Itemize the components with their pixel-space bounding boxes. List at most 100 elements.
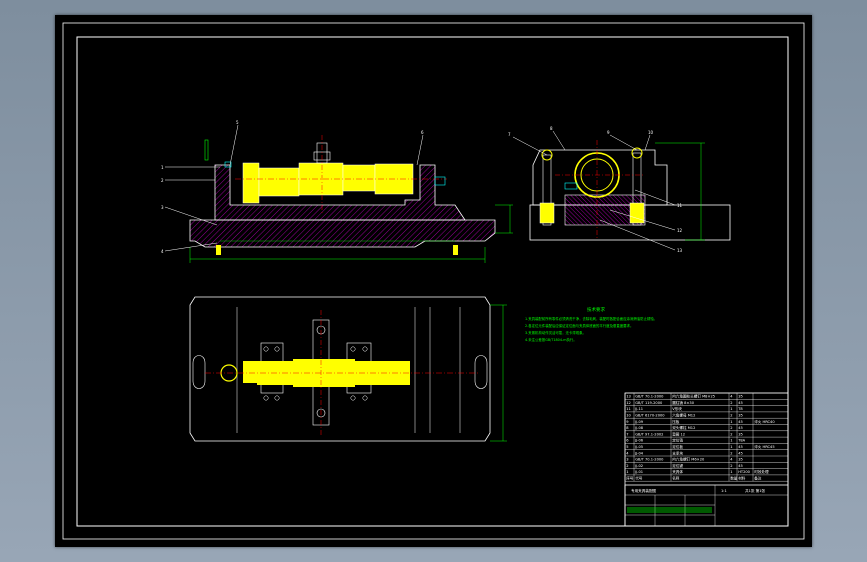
bom-cell: 35 <box>738 432 743 436</box>
tech-notes: 技术要求 1.夹具装配前所有零件必须清洗干净，去除毛刺，装配时各配合面应涂润滑油… <box>525 306 657 342</box>
part-label: 4 <box>161 249 164 254</box>
bom-cell: T8 <box>737 407 743 411</box>
bom-cell: 4 <box>626 451 629 455</box>
bom-header-cell: 材料 <box>738 476 746 481</box>
bom-cell: 六角螺母 M12 <box>672 413 695 418</box>
title-block-name: 专用夹具装配图 <box>631 488 657 493</box>
part-label: 6 <box>421 130 424 135</box>
bom-cell: GB/T 70.1-2000 <box>635 458 664 462</box>
bom-cell: GB/T 97.1-2002 <box>635 432 663 436</box>
bom-cell: JJ-05 <box>634 445 643 449</box>
bom-cell: 定位销 <box>672 438 683 443</box>
bom-cell: 2 <box>626 464 628 468</box>
title-block: 13 GB/T 70.1-2000 内六角圆柱头螺钉 M8×25 4 3512 GB/T … <box>624 392 789 527</box>
bom-cell: 35 <box>738 414 743 418</box>
bom-cell: 45 <box>738 445 743 449</box>
bom-cell: JJ-01 <box>634 470 643 474</box>
bom-cell: 内六角螺钉 M6×20 <box>672 457 705 462</box>
bom-cell: 45 <box>738 451 743 455</box>
tech-note-line: 4.未注公差按GB/T1804-m执行。 <box>525 337 577 342</box>
bom-cell: 2 <box>730 414 732 418</box>
part-label: 9 <box>607 130 610 135</box>
bom-cell: 7 <box>626 432 628 436</box>
bom-cell: 支承块 <box>672 450 683 455</box>
cad-drawing: 技术要求 1.夹具装配前所有零件必须清洗干净，去除毛刺，装配时各配合面应涂润滑油… <box>62 22 805 540</box>
bom-cell: 1 <box>730 439 732 443</box>
bom-cell: 1 <box>626 470 628 474</box>
bom-cell: 2 <box>730 401 732 405</box>
part-label: 11 <box>677 203 683 208</box>
bom-cell: 9 <box>626 420 629 424</box>
bom-cell: 夹具体 <box>672 469 683 474</box>
bom-cell: HT200 <box>738 470 750 474</box>
bom-cell: 1 <box>730 445 732 449</box>
bom-cell: JJ-11 <box>634 407 643 411</box>
bom-cell: 淬火 HRC40 <box>754 419 775 424</box>
bom-cell: 圆柱销 8×30 <box>672 400 695 405</box>
bom-cell: 4 <box>730 395 733 399</box>
bom-cell: 2 <box>730 451 732 455</box>
bom-cell: 1 <box>730 470 732 474</box>
bom-cell: 8 <box>626 426 629 430</box>
part-label: 12 <box>677 228 683 233</box>
bom-cell: 2 <box>730 464 732 468</box>
bom-cell: JJ-04 <box>634 451 644 455</box>
part-label: 1 <box>161 165 164 170</box>
bom-cell: 淬火 HRC45 <box>754 444 774 449</box>
title-block-sheet: 共1张 第1张 <box>745 488 765 493</box>
tech-notes-title: 技术要求 <box>587 306 605 313</box>
bom-header-cell: 数量 <box>730 476 738 481</box>
bom-cell: JJ-08 <box>634 426 644 430</box>
bom-cell: 5 <box>626 445 628 449</box>
bom-cell: 45 <box>738 426 743 430</box>
part-label: 8 <box>550 126 553 131</box>
bom-cell: 时效处理 <box>754 469 769 474</box>
bom-cell: 4 <box>730 458 733 462</box>
bom-header-cell: 名称 <box>672 476 680 481</box>
bom-header-cell: 代号 <box>635 476 643 481</box>
bom-cell: 垫圈 12 <box>672 431 685 436</box>
bom-cell: 13 <box>626 395 631 399</box>
bom-cell: 定位键 <box>672 463 683 468</box>
part-label: 7 <box>508 132 511 137</box>
bom-cell: 35 <box>738 395 743 399</box>
bom-cell: 双头螺柱 M12 <box>672 425 695 430</box>
bom-cell: 6 <box>626 439 629 443</box>
bom-cell: 3 <box>626 458 628 462</box>
bom-cell: 定位板 <box>672 444 683 449</box>
bom-cell: V形块 <box>672 406 682 411</box>
bom-cell: 12 <box>626 401 631 405</box>
part-label: 3 <box>161 205 164 210</box>
bom-cell: JJ-06 <box>634 439 644 443</box>
title-block-scale: 1:1 <box>721 489 727 493</box>
bom-cell: 内六角圆柱头螺钉 M8×25 <box>672 394 715 399</box>
part-label: 10 <box>648 130 654 135</box>
tech-note-line: 2.各定位元件装配后应保证定位面与夹具体底面的平行度及垂直度要求。 <box>525 323 633 328</box>
bom-cell: 1 <box>730 420 732 424</box>
bom-cell: 45 <box>738 464 743 468</box>
bom-cell: 压板 <box>672 419 680 424</box>
bom-cell: 2 <box>730 432 732 436</box>
bom-header-cell: 序号 <box>626 476 634 481</box>
tech-note-line: 1.夹具装配前所有零件必须清洗干净，去除毛刺，装配时各配合面应涂润滑油防止锈蚀。 <box>525 316 657 321</box>
bom-cell: T8A <box>737 439 745 443</box>
bom-cell: 11 <box>626 407 631 411</box>
drawing-sheet: 技术要求 1.夹具装配前所有零件必须清洗干净，去除毛刺，装配时各配合面应涂润滑油… <box>55 15 812 547</box>
bom-cell: JJ-09 <box>634 420 644 424</box>
bom-cell: 1 <box>730 407 732 411</box>
tech-note-line: 3.夹紧机构动作灵活可靠，无卡滞现象。 <box>525 330 586 335</box>
bom-cell: GB/T 70.1-2000 <box>635 395 664 399</box>
bom-cell: 10 <box>626 414 631 418</box>
bom-cell: 2 <box>730 426 732 430</box>
top-view <box>189 296 507 442</box>
part-label: 5 <box>236 120 239 125</box>
bom-cell: 35 <box>738 458 743 462</box>
part-label: 2 <box>161 178 164 183</box>
front-view <box>164 124 513 263</box>
bom-cell: JJ-02 <box>634 464 643 468</box>
bom-cell: GB/T 6170-2000 <box>635 414 665 418</box>
part-label: 13 <box>677 248 683 253</box>
bom-cell: 45 <box>738 401 743 405</box>
bom-cell: 45 <box>738 420 743 424</box>
bom-cell: GB/T 119-2000 <box>635 401 663 405</box>
